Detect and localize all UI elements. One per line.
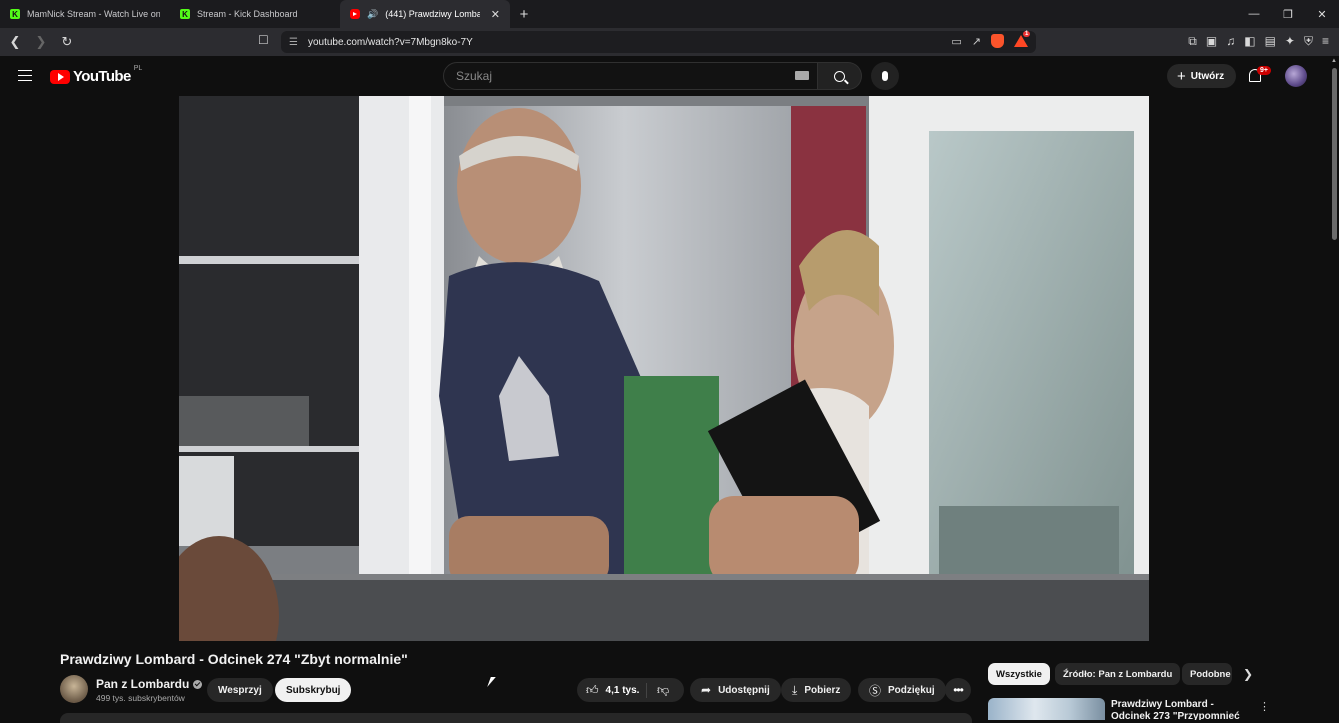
wallet-icon[interactable]: ▤: [1265, 34, 1276, 49]
video-player[interactable]: [0, 96, 1329, 641]
kick-logo-icon: K: [180, 9, 190, 19]
video-title: Prawdziwy Lombard - Odcinek 274 "Zbyt no…: [60, 651, 408, 667]
browser-tab-strip: K MamNick Stream - Watch Live on Kic K S…: [0, 0, 1339, 28]
thumbs-up-icon: 👍︎: [586, 682, 599, 697]
chip-source[interactable]: Źródło: Pan z Lombardu: [1055, 663, 1181, 685]
search-placeholder: Szukaj: [456, 69, 493, 83]
extensions-icon[interactable]: ⧉: [1188, 34, 1197, 49]
create-button[interactable]: + Utwórz: [1167, 64, 1237, 88]
address-bar[interactable]: ☰ youtube.com/watch?v=7Mbgn8ko-7Y ▭ ↗ 1: [281, 31, 1036, 53]
scrollbar-thumb[interactable]: [1332, 68, 1337, 240]
screenshot-icon[interactable]: ▣: [1206, 34, 1217, 49]
youtube-play-icon: [50, 69, 70, 84]
download-label: Pobierz: [804, 684, 841, 696]
url-text: youtube.com/watch?v=7Mbgn8ko-7Y: [307, 36, 473, 48]
browser-toolbar: ❮ ❯ ↻ ☐ ☰ youtube.com/watch?v=7Mbgn8ko-7…: [0, 28, 1339, 56]
speaker-icon[interactable]: 🔊: [367, 9, 378, 20]
search-button[interactable]: [818, 62, 862, 90]
youtube-logo[interactable]: YouTube PL: [50, 65, 143, 85]
tab-title: Stream - Kick Dashboard: [197, 9, 298, 19]
microphone-icon: [882, 71, 888, 81]
address-bar-actions: ▭ ↗ 1: [951, 31, 1031, 48]
country-code: PL: [133, 65, 143, 72]
like-dislike-group: 👍︎ 4,1 tys. 👎︎: [577, 678, 684, 702]
tab-kick-dashboard[interactable]: K Stream - Kick Dashboard: [170, 0, 340, 28]
account-avatar[interactable]: [1285, 65, 1307, 87]
subscribe-button[interactable]: Subskrybuj: [275, 678, 352, 702]
forward-icon[interactable]: ❯: [30, 31, 52, 53]
channel-avatar[interactable]: [60, 675, 88, 703]
vpn-icon[interactable]: ⛨: [1304, 34, 1313, 49]
thanks-button[interactable]: Ⓢ Podziękuj: [858, 678, 946, 702]
thanks-label: Podziękuj: [888, 684, 935, 696]
tab-title: MamNick Stream - Watch Live on Kic: [27, 9, 160, 19]
reload-icon[interactable]: ↻: [56, 31, 78, 53]
support-label: Wesprzyj: [218, 684, 262, 696]
verified-check-icon: [193, 679, 203, 689]
leo-ai-icon[interactable]: ✦: [1285, 34, 1295, 49]
back-icon[interactable]: ❮: [4, 31, 26, 53]
window-controls: — ❐ ✕: [1237, 0, 1339, 28]
page-scrollbar[interactable]: ▲: [1329, 56, 1339, 720]
scroll-up-icon[interactable]: ▲: [1331, 58, 1337, 64]
subscriber-count: 499 tys. subskrybentów: [96, 693, 185, 703]
description-box[interactable]: [60, 713, 972, 723]
music-icon[interactable]: ♫: [1226, 34, 1235, 49]
close-window-icon[interactable]: ✕: [1305, 0, 1339, 28]
chip-all[interactable]: Wszystkie: [988, 663, 1050, 685]
tab-youtube-video[interactable]: 🔊 (441) Prawdziwy Lombard - O ✕: [340, 0, 510, 28]
youtube-header: YouTube PL Szukaj + Utwórz 9+: [0, 56, 1339, 96]
thanks-icon: Ⓢ: [869, 683, 882, 698]
extension-icons: ⧉ ▣ ♫ ◧ ▤ ✦ ⛨ ≡: [1188, 34, 1329, 49]
support-button[interactable]: Wesprzyj: [207, 678, 273, 702]
search-input[interactable]: Szukaj: [443, 62, 818, 90]
close-tab-icon[interactable]: ✕: [491, 8, 500, 21]
subscribe-label: Subskrybuj: [286, 684, 341, 696]
search-icon: [834, 70, 845, 82]
download-icon: ⤓: [792, 682, 798, 697]
cast-icon[interactable]: ▭: [951, 35, 961, 48]
channel-name: Pan z Lombardu: [96, 677, 190, 691]
hamburger-menu-icon[interactable]: [18, 70, 32, 81]
plus-icon: +: [1177, 67, 1186, 85]
youtube-wordmark: YouTube: [73, 68, 131, 85]
share-arrow-icon: ➦: [701, 683, 712, 697]
video-frame[interactable]: [179, 96, 1149, 641]
like-count: 4,1 tys.: [605, 684, 640, 696]
channel-name-link[interactable]: Pan z Lombardu: [96, 677, 203, 691]
mouse-cursor-icon: [487, 677, 496, 687]
sidebar-icon[interactable]: ◧: [1244, 34, 1255, 49]
youtube-logo-icon: [350, 9, 360, 19]
more-dots-icon: •••: [953, 683, 964, 697]
thumbs-down-icon: 👎︎: [657, 682, 670, 697]
chip-similar[interactable]: Podobne: [1182, 663, 1232, 685]
kick-logo-icon: K: [10, 9, 20, 19]
minimize-icon[interactable]: —: [1237, 0, 1271, 28]
recommendation-title[interactable]: Prawdziwy Lombard - Odcinek 273 "Przypom…: [1111, 699, 1249, 720]
more-vert-icon[interactable]: ⋮: [1259, 700, 1270, 713]
keyboard-icon[interactable]: [795, 71, 809, 80]
chevron-right-icon[interactable]: ❯: [1243, 667, 1253, 681]
notifications-badge: 9+: [1257, 66, 1271, 75]
bookmark-icon[interactable]: ☐: [258, 33, 269, 47]
share-label: Udostępnij: [718, 684, 770, 696]
brave-shields-icon[interactable]: [991, 34, 1004, 48]
menu-icon[interactable]: ≡: [1322, 34, 1329, 49]
restore-icon[interactable]: ❐: [1271, 0, 1305, 28]
dislike-button[interactable]: 👎︎: [647, 683, 669, 698]
tab-title: (441) Prawdziwy Lombard - O: [385, 9, 480, 19]
tab-kick-stream[interactable]: K MamNick Stream - Watch Live on Kic: [0, 0, 170, 28]
create-label: Utwórz: [1190, 70, 1225, 82]
recommendation-thumbnail[interactable]: [988, 698, 1105, 720]
share-button[interactable]: ➦ Udostępnij: [690, 678, 781, 702]
voice-search-button[interactable]: [871, 62, 899, 90]
more-actions-button[interactable]: •••: [945, 678, 971, 702]
video-content-image: [179, 96, 1149, 641]
new-tab-button[interactable]: +: [510, 6, 538, 23]
like-button[interactable]: 👍︎ 4,1 tys.: [577, 682, 647, 698]
share-icon[interactable]: ↗: [972, 35, 981, 48]
site-info-icon[interactable]: ☰: [289, 37, 298, 48]
brave-rewards-icon[interactable]: 1: [1014, 31, 1031, 47]
download-button[interactable]: ⤓ Pobierz: [781, 678, 852, 702]
